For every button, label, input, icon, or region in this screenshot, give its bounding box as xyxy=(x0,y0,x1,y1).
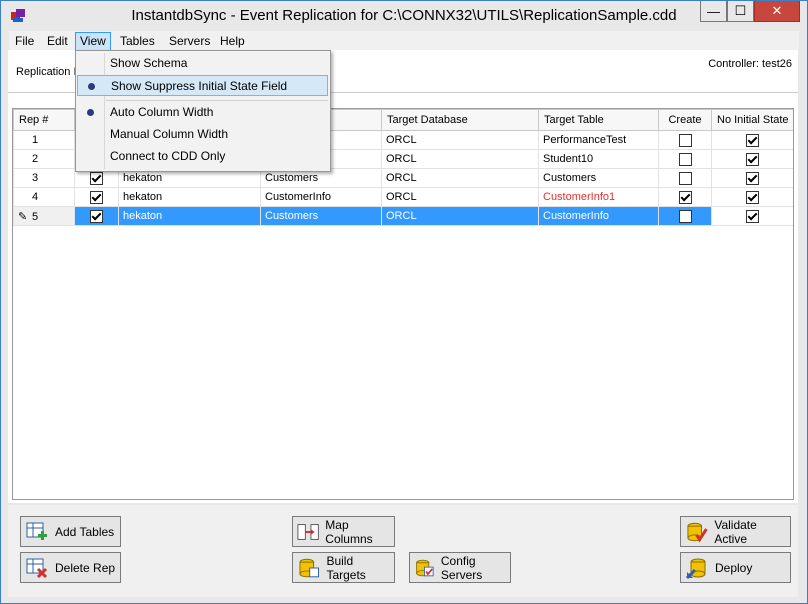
rep-number-cell[interactable]: 1 xyxy=(13,130,75,150)
create-checkbox[interactable] xyxy=(678,190,692,204)
deploy-button[interactable]: Deploy xyxy=(680,552,791,583)
menu-separator xyxy=(106,100,328,101)
target-table-cell[interactable]: Customers xyxy=(538,168,659,188)
rep-number-cell[interactable]: 3 xyxy=(13,168,75,188)
server-config-icon xyxy=(416,559,434,576)
target-database-cell[interactable]: ORCL xyxy=(381,168,539,188)
tab-replication[interactable]: Replication I xyxy=(16,66,77,78)
create-cell[interactable] xyxy=(658,206,712,226)
create-cell[interactable] xyxy=(658,149,712,169)
active-cell[interactable] xyxy=(74,187,119,207)
view-menu-dropdown: Show Schema Show Suppress Initial State … xyxy=(75,50,331,172)
table-row[interactable]: ✎ 5 hekaton Customers ORCL CustomerInfo xyxy=(13,206,793,226)
menu-help[interactable]: Help xyxy=(216,33,249,50)
rep-number-cell[interactable]: 2 xyxy=(13,149,75,169)
no-initial-state-checkbox[interactable] xyxy=(746,171,759,185)
menu-bar: File Edit View Tables Servers Help xyxy=(9,31,799,51)
active-cell[interactable] xyxy=(74,206,119,226)
menu-servers[interactable]: Servers xyxy=(165,33,214,50)
target-database-cell[interactable]: ORCL xyxy=(381,206,539,226)
server-cell[interactable]: hekaton xyxy=(118,187,261,207)
validate-icon xyxy=(687,522,708,543)
map-columns-icon xyxy=(297,523,319,540)
header-target-table[interactable]: Target Table xyxy=(538,109,659,131)
create-checkbox[interactable] xyxy=(678,152,692,166)
database-build-icon xyxy=(299,558,319,577)
add-table-icon xyxy=(26,522,47,540)
header-create[interactable]: Create xyxy=(658,109,712,131)
no-initial-state-cell[interactable] xyxy=(711,168,793,188)
minimize-button[interactable]: — xyxy=(700,1,727,22)
server-cell[interactable]: hekaton xyxy=(118,206,261,226)
build-targets-button[interactable]: Build Targets xyxy=(292,552,395,583)
target-table-cell[interactable]: CustomerInfo1 xyxy=(538,187,659,207)
create-cell[interactable] xyxy=(658,130,712,150)
no-initial-state-cell[interactable] xyxy=(711,149,793,169)
no-initial-state-cell[interactable] xyxy=(711,187,793,207)
delete-rep-button[interactable]: Delete Rep xyxy=(20,552,121,583)
no-initial-state-checkbox[interactable] xyxy=(746,133,759,147)
header-no-initial-state[interactable]: No Initial State xyxy=(711,109,793,131)
target-table-cell[interactable]: Student10 xyxy=(538,149,659,169)
target-table-cell[interactable]: PerformanceTest xyxy=(538,130,659,150)
menu-view[interactable]: View xyxy=(75,32,111,51)
menu-item-show-suppress-initial-state[interactable]: Show Suppress Initial State Field xyxy=(77,75,328,96)
validate-active-button[interactable]: Validate Active xyxy=(680,516,791,547)
create-checkbox[interactable] xyxy=(678,209,692,223)
menu-item-auto-column-width[interactable]: Auto Column Width xyxy=(77,102,328,123)
create-cell[interactable] xyxy=(658,168,712,188)
map-columns-button[interactable]: Map Columns xyxy=(292,516,395,547)
rep-number-cell[interactable]: 4 xyxy=(13,187,75,207)
config-servers-button[interactable]: Config Servers xyxy=(409,552,511,583)
header-target-database[interactable]: Target Database xyxy=(381,109,539,131)
window-title: InstantdbSync - Event Replication for C:… xyxy=(131,7,677,24)
no-initial-state-cell[interactable] xyxy=(711,130,793,150)
header-rep[interactable]: Rep # xyxy=(13,109,75,131)
maximize-button[interactable]: ☐ xyxy=(727,1,754,22)
target-database-cell[interactable]: ORCL xyxy=(381,149,539,169)
target-database-cell[interactable]: ORCL xyxy=(381,130,539,150)
radio-dot-icon xyxy=(88,83,95,90)
source-table-cell[interactable]: CustomerInfo xyxy=(260,187,382,207)
no-initial-state-checkbox[interactable] xyxy=(746,190,759,204)
menu-item-show-schema[interactable]: Show Schema xyxy=(77,53,328,74)
create-checkbox[interactable] xyxy=(678,133,692,147)
radio-dot-icon xyxy=(87,109,94,116)
delete-table-icon xyxy=(26,558,48,578)
title-bar: InstantdbSync - Event Replication for C:… xyxy=(1,1,807,31)
target-table-cell[interactable]: CustomerInfo xyxy=(538,206,659,226)
create-checkbox[interactable] xyxy=(678,171,692,185)
menu-edit[interactable]: Edit xyxy=(43,33,72,50)
no-initial-state-checkbox[interactable] xyxy=(746,152,759,166)
no-initial-state-checkbox[interactable] xyxy=(746,209,759,223)
no-initial-state-cell[interactable] xyxy=(711,206,793,226)
menu-file[interactable]: File xyxy=(11,33,38,50)
button-panel: Add Tables Delete Rep Map Columns Build … xyxy=(8,505,798,597)
menu-item-connect-cdd-only[interactable]: Connect to CDD Only xyxy=(77,146,328,167)
active-checkbox[interactable] xyxy=(90,209,103,223)
active-checkbox[interactable] xyxy=(90,190,103,204)
controller-label: Controller: test26 xyxy=(708,58,792,70)
target-database-cell[interactable]: ORCL xyxy=(381,187,539,207)
active-checkbox[interactable] xyxy=(90,171,103,185)
menu-item-manual-column-width[interactable]: Manual Column Width xyxy=(77,124,328,145)
add-tables-button[interactable]: Add Tables xyxy=(20,516,121,547)
deploy-icon xyxy=(685,558,706,579)
source-table-cell[interactable]: Customers xyxy=(260,206,382,226)
menu-tables[interactable]: Tables xyxy=(116,33,159,50)
create-cell[interactable] xyxy=(658,187,712,207)
table-row[interactable]: 4 hekaton CustomerInfo ORCL CustomerInfo1 xyxy=(13,187,793,207)
close-button[interactable]: ✕ xyxy=(754,1,800,22)
rep-number-cell[interactable]: ✎ 5 xyxy=(13,206,75,226)
